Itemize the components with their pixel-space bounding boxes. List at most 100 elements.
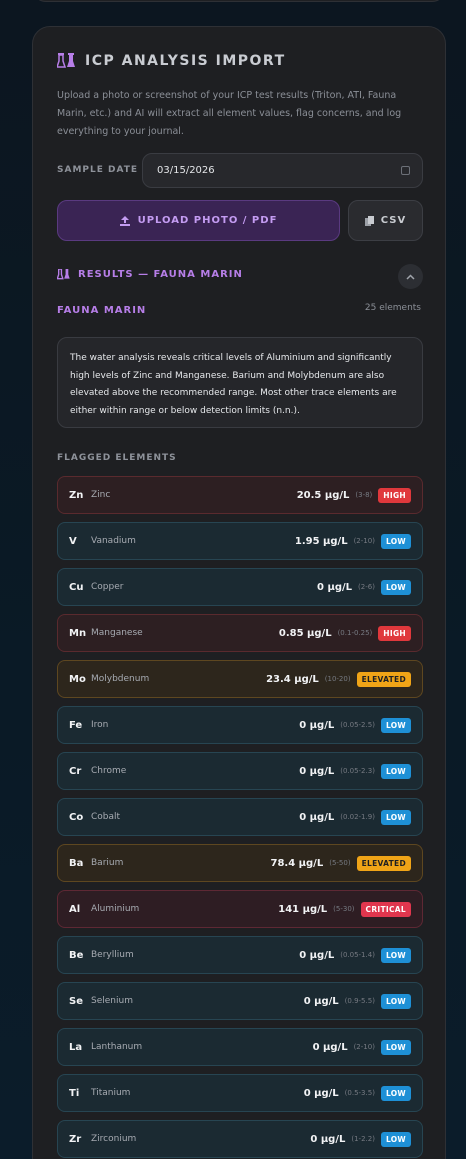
element-value: 78.4 µg/L [270,857,324,869]
element-symbol: Mo [69,673,86,685]
element-value: 0 µg/L [303,995,339,1007]
results-header: RESULTS — FAUNA MARIN [57,269,243,280]
upload-photo-button[interactable]: UPLOAD PHOTO / PDF [57,200,340,241]
status-badge: LOW [380,717,411,733]
element-name: Molybdenum [91,674,150,684]
element-value: 23.4 µg/L [266,673,319,685]
element-range: (0.05-1.4) [340,951,375,959]
element-name: Selenium [91,996,133,1006]
element-row-beryllium[interactable]: Be Beryllium 0 µg/L (0.05-1.4) LOW [57,936,423,974]
element-name: Lanthanum [91,1042,143,1052]
element-name: Zinc [91,490,111,500]
element-row-cobalt[interactable]: Co Cobalt 0 µg/L (0.02-1.9) LOW [57,798,423,836]
element-value: 0 µg/L [299,949,335,961]
status-badge: CRITICAL [360,901,411,917]
element-symbol: La [69,1041,83,1053]
status-badge: LOW [380,1131,411,1147]
element-range: (0.05-2.5) [340,721,375,729]
element-row-zirconium[interactable]: Zr Zirconium 0 µg/L (1-2.2) LOW [57,1120,423,1158]
element-range: (1-2.2) [351,1135,375,1143]
flagged-elements-list: Zn Zinc 20.5 µg/L (3-8) HIGH V Vanadium 1.95 µg… [57,476,423,1159]
element-name: Zirconium [91,1134,137,1144]
element-range: (0.5-3.5) [344,1089,375,1097]
element-value: 20.5 µg/L [296,489,350,501]
sample-date-input[interactable]: 03/15/2026 [142,153,423,188]
element-range: (2-10) [353,537,375,545]
flask-icon [57,53,75,68]
element-row-vanadium[interactable]: V Vanadium 1.95 µg/L (2-10) LOW [57,522,423,560]
element-symbol: Mn [69,627,87,639]
element-row-iron[interactable]: Fe Iron 0 µg/L (0.05-2.5) LOW [57,706,423,744]
element-symbol: Al [69,903,81,915]
status-badge: LOW [380,993,411,1009]
sample-date-value: 03/15/2026 [157,165,215,176]
element-row-manganese[interactable]: Mn Manganese 0.85 µg/L (0.1-0.25) HIGH [57,614,423,652]
element-symbol: Se [69,995,83,1007]
element-row-aluminium[interactable]: Al Aluminium 141 µg/L (5-30) CRITICAL [57,890,423,928]
flagged-elements-title: FLAGGED ELEMENTS [57,453,177,463]
element-row-molybdenum[interactable]: Mo Molybdenum 23.4 µg/L (10-20) ELEVATED [57,660,423,698]
element-range: (0.02-1.9) [340,813,375,821]
file-icon [364,215,374,226]
status-badge: LOW [380,533,411,549]
element-value: 0.85 µg/L [278,627,332,639]
card-header: ICP ANALYSIS IMPORT [57,53,286,69]
element-range: (0.1-0.25) [337,629,373,637]
element-value: 0 µg/L [317,581,353,593]
element-range: (5-30) [333,905,355,913]
status-badge: LOW [380,579,411,595]
element-symbol: Zn [69,489,84,501]
element-row-chrome[interactable]: Cr Chrome 0 µg/L (0.05-2.3) LOW [57,752,423,790]
element-symbol: Ba [69,857,84,869]
card-title: ICP ANALYSIS IMPORT [85,53,286,69]
element-count: 25 elements [364,303,421,313]
element-symbol: Co [69,811,84,823]
element-symbol: Cu [69,581,84,593]
status-badge: LOW [380,947,411,963]
element-name: Iron [91,720,109,730]
status-badge: ELEVATED [356,855,411,871]
element-name: Titanium [91,1088,131,1098]
status-badge: LOW [380,809,411,825]
element-name: Aluminium [91,904,140,914]
element-value: 0 µg/L [312,1041,348,1053]
calendar-icon[interactable] [401,166,410,175]
element-row-titanium[interactable]: Ti Titanium 0 µg/L (0.5-3.5) LOW [57,1074,423,1112]
element-name: Manganese [91,628,143,638]
element-row-selenium[interactable]: Se Selenium 0 µg/L (0.9-5.5) LOW [57,982,423,1020]
status-badge: HIGH [378,625,411,641]
element-value: 0 µg/L [303,1087,339,1099]
status-badge: LOW [380,763,411,779]
status-badge: LOW [380,1085,411,1101]
element-value: 0 µg/L [299,719,335,731]
status-badge: LOW [380,1039,411,1055]
element-row-barium[interactable]: Ba Barium 78.4 µg/L (5-50) ELEVATED [57,844,423,882]
element-range: (3-8) [355,491,373,499]
flask-icon [57,269,70,280]
element-range: (0.9-5.5) [344,997,375,1005]
element-row-copper[interactable]: Cu Copper 0 µg/L (2-6) LOW [57,568,423,606]
element-name: Chrome [91,766,127,776]
status-badge: HIGH [378,487,411,503]
chevron-up-icon [406,273,415,280]
element-name: Barium [91,858,124,868]
element-symbol: Zr [69,1133,82,1145]
collapse-button[interactable] [398,264,423,289]
element-name: Beryllium [91,950,134,960]
csv-button[interactable]: CSV [348,200,423,241]
element-symbol: Ti [69,1087,80,1099]
element-name: Copper [91,582,124,592]
icp-import-card: ICP ANALYSIS IMPORT Upload a photo or sc… [32,26,446,1159]
element-range: (5-50) [329,859,351,867]
status-badge: ELEVATED [356,671,411,687]
element-row-lanthanum[interactable]: La Lanthanum 0 µg/L (2-10) LOW [57,1028,423,1066]
element-row-zinc[interactable]: Zn Zinc 20.5 µg/L (3-8) HIGH [57,476,423,514]
element-symbol: V [69,535,77,547]
card-description: Upload a photo or screenshot of your ICP… [57,90,402,137]
element-value: 0 µg/L [299,811,335,823]
element-name: Vanadium [91,536,136,546]
upload-icon [119,215,130,226]
element-value: 1.95 µg/L [294,535,348,547]
element-value: 141 µg/L [278,903,328,915]
element-symbol: Cr [69,765,82,777]
